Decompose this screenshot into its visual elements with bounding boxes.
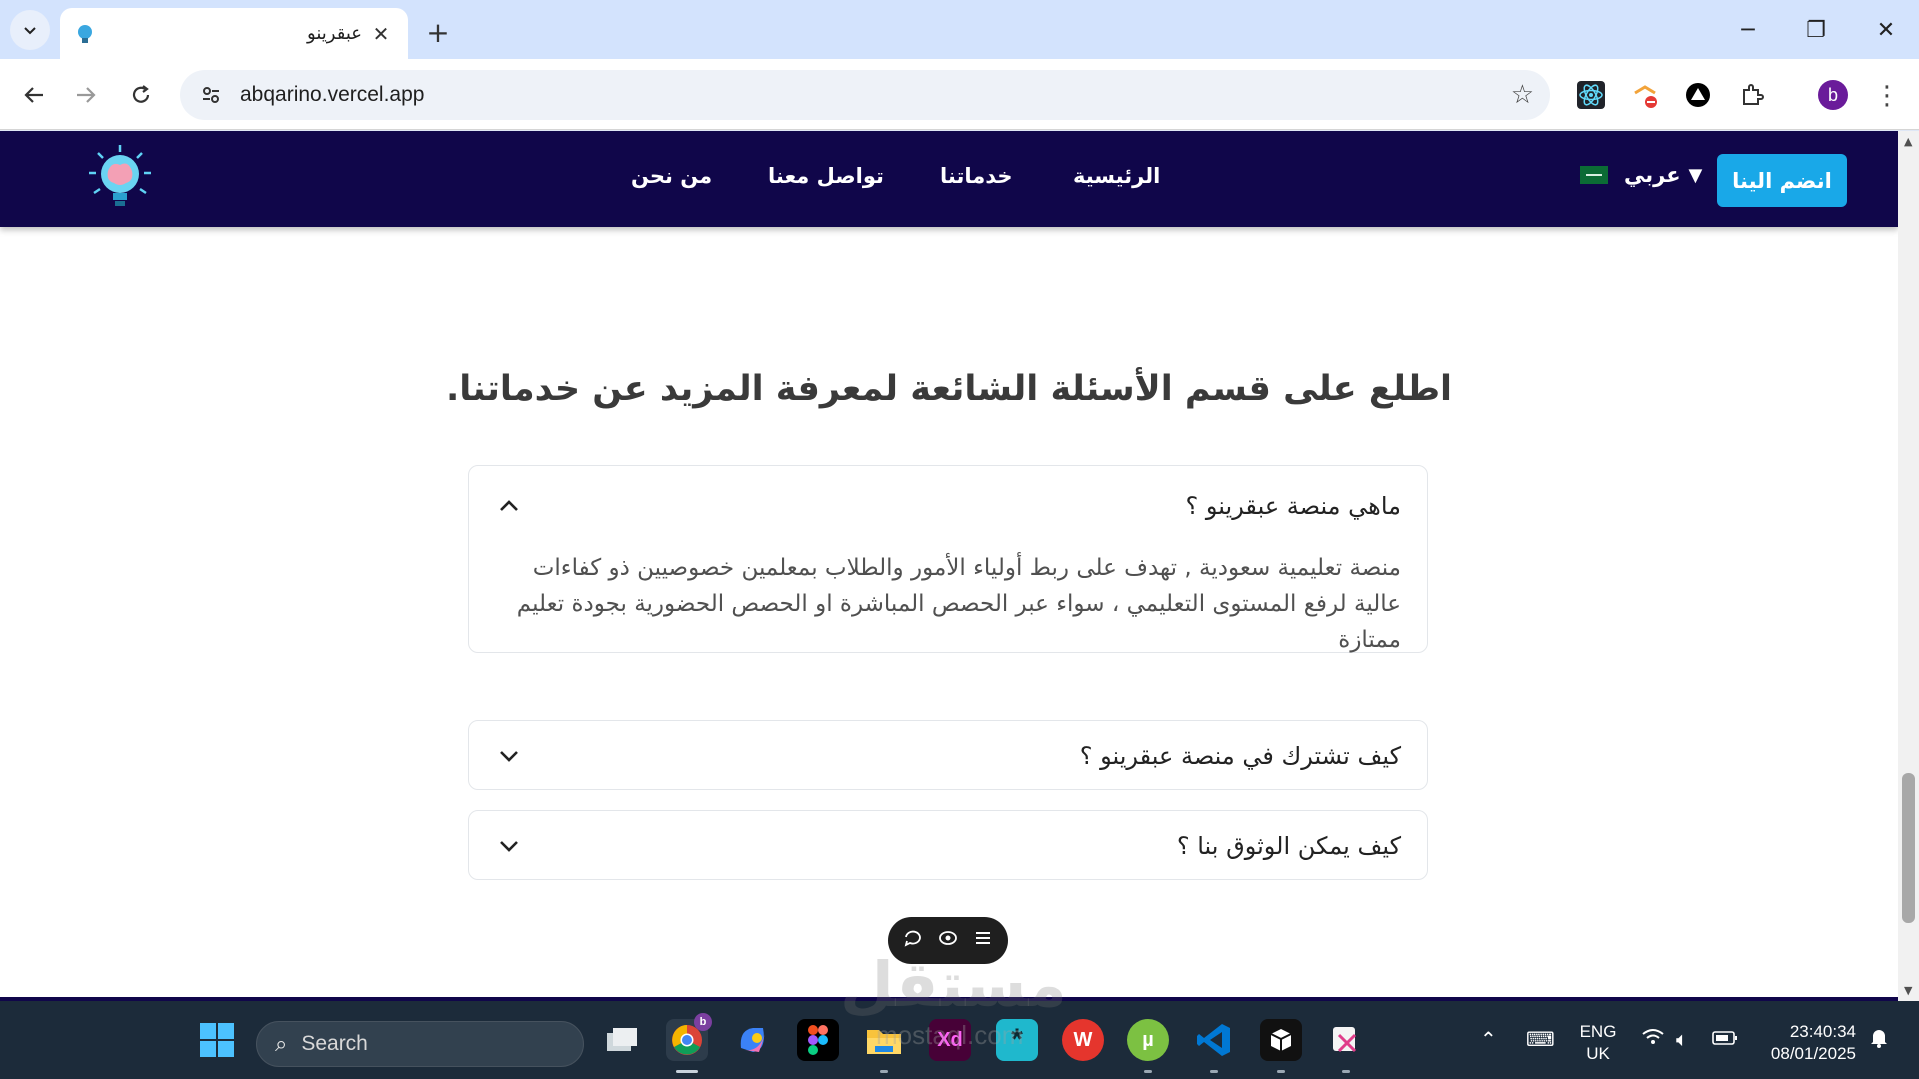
scroll-down-icon[interactable]: ▼	[1904, 984, 1912, 997]
running-app-indicator	[1277, 1070, 1285, 1073]
faq-item-expanded[interactable]: ماهي منصة عبقرينو ؟ منصة تعليمية سعودية …	[468, 465, 1428, 653]
blocked-extension[interactable]	[1627, 77, 1663, 113]
faq-question[interactable]: كيف يمكن الوثوق بنا ؟	[1177, 832, 1401, 860]
task-view-icon[interactable]	[601, 1019, 643, 1061]
wifi-icon[interactable]	[1642, 1027, 1664, 1051]
figma-icon[interactable]	[797, 1019, 839, 1061]
back-button[interactable]	[14, 75, 54, 115]
scroll-up-icon[interactable]: ▲	[1904, 135, 1912, 148]
running-app-indicator	[880, 1070, 888, 1073]
scrollbar-thumb[interactable]	[1902, 773, 1915, 923]
faq-item-collapsed[interactable]: كيف يمكن الوثوق بنا ؟	[468, 810, 1428, 880]
clock-date: 08/01/2025	[1770, 1044, 1856, 1063]
forward-button[interactable]	[66, 75, 106, 115]
copilot-icon[interactable]	[732, 1019, 774, 1061]
nav-link-services[interactable]: خدماتنا	[940, 164, 1013, 188]
new-tab-button[interactable]: +	[420, 14, 456, 50]
wps-office-icon[interactable]: W	[1062, 1019, 1104, 1061]
battery-icon[interactable]	[1712, 1027, 1738, 1051]
clock[interactable]: 23:40:34 08/01/2025	[1752, 1021, 1856, 1065]
tab-title: عبقرينو	[307, 23, 362, 44]
volume-icon[interactable]: 🔈︎	[1676, 1027, 1688, 1051]
lightbulb-brain-favicon-icon	[78, 24, 92, 43]
running-app-indicator	[1342, 1070, 1350, 1073]
browser-menu-icon[interactable]: ⋮	[1872, 79, 1902, 113]
arrow-right-icon	[77, 87, 96, 103]
chevron-down-icon[interactable]	[493, 740, 525, 772]
faq-item-collapsed[interactable]: كيف تشترك في منصة عبقرينو ؟	[468, 720, 1428, 790]
input-language-indicator[interactable]: ENG UK	[1576, 1021, 1620, 1065]
show-hidden-icons-chevron-up-icon[interactable]: ⌃	[1480, 1027, 1497, 1051]
abqarino-logo-icon[interactable]	[86, 143, 154, 213]
chevron-up-icon[interactable]	[493, 490, 525, 522]
chrome-profile-badge: b	[694, 1013, 712, 1031]
clock-time: 23:40:34	[1789, 1022, 1856, 1041]
language-selector[interactable]: عربي ▼	[1580, 163, 1702, 187]
browser-tabstrip: عبقرينو ✕ + ─ ❐ ✕	[0, 0, 1919, 59]
browser-toolbar: ☆ b ⋮	[0, 59, 1919, 130]
watermark-latin: mostaql.com	[876, 1020, 1024, 1050]
utorrent-icon[interactable]: µ	[1127, 1019, 1169, 1061]
page-scrollbar[interactable]: ▲ ▼	[1898, 131, 1919, 1001]
tune-icon	[203, 87, 219, 103]
reload-button[interactable]	[121, 75, 161, 115]
vercel-icon	[1686, 83, 1710, 107]
nav-link-contact[interactable]: تواصل معنا	[768, 164, 884, 188]
saudi-flag-icon	[1580, 166, 1608, 184]
tab-close-icon[interactable]: ✕	[368, 21, 394, 47]
running-app-indicator	[1210, 1070, 1218, 1073]
keyboard-icon[interactable]: ⌨	[1526, 1027, 1555, 1051]
profile-avatar[interactable]: b	[1818, 80, 1848, 110]
restore-button[interactable]: ❐	[1786, 10, 1846, 50]
bookmark-star-icon[interactable]: ☆	[1511, 80, 1534, 110]
url-input[interactable]	[240, 83, 1511, 107]
input-language-line1: ENG	[1579, 1022, 1617, 1041]
minimize-button[interactable]: ─	[1718, 10, 1778, 50]
react-icon	[1577, 81, 1605, 109]
close-window-button[interactable]: ✕	[1856, 10, 1916, 50]
nav-link-home[interactable]: الرئيسية	[1073, 164, 1160, 188]
arrow-left-icon	[24, 87, 43, 103]
running-app-indicator	[1144, 1070, 1152, 1073]
search-icon: ⌕	[275, 1031, 288, 1057]
page-viewport: الرئيسية خدماتنا تواصل معنا من نحن عربي …	[0, 131, 1898, 1001]
tab-search-button[interactable]	[10, 10, 50, 50]
vercel-extension[interactable]	[1680, 77, 1716, 113]
puzzle-icon	[1743, 84, 1764, 105]
cube-app-icon[interactable]	[1260, 1019, 1302, 1061]
dropdown-arrow-icon: ▼	[1688, 164, 1703, 186]
extensions-button[interactable]	[1734, 77, 1770, 113]
snipping-tool-icon[interactable]	[1325, 1019, 1367, 1061]
start-icon[interactable]	[196, 1019, 238, 1061]
faq-heading: اطلع على قسم الأسئلة الشائعة لمعرفة المز…	[445, 369, 1453, 409]
chrome-icon[interactable]: b	[666, 1013, 712, 1061]
reload-icon	[132, 85, 150, 103]
chevron-down-icon	[24, 27, 36, 35]
join-us-button[interactable]: انضم الينا	[1717, 154, 1847, 207]
address-bar[interactable]: ☆	[180, 70, 1550, 120]
language-label: عربي	[1624, 163, 1681, 187]
chevron-down-icon[interactable]	[493, 830, 525, 862]
notifications-bell-icon[interactable]	[1868, 1027, 1890, 1054]
site-info-icon[interactable]	[196, 80, 226, 110]
nav-link-about[interactable]: من نحن	[631, 164, 712, 188]
input-language-line2: UK	[1586, 1044, 1610, 1063]
browser-tab-active[interactable]: عبقرينو ✕	[60, 8, 408, 59]
watermark-arabic: مستقل	[840, 948, 1067, 1021]
taskbar-search[interactable]: ⌕ Search	[256, 1021, 584, 1067]
faq-answer: منصة تعليمية سعودية , تهدف على ربط أوليا…	[516, 555, 1401, 653]
extension-blocked-icon	[1634, 85, 1657, 108]
vscode-icon[interactable]	[1193, 1019, 1235, 1061]
active-app-indicator	[676, 1070, 698, 1073]
site-navbar: الرئيسية خدماتنا تواصل معنا من نحن عربي …	[0, 131, 1898, 227]
faq-question[interactable]: ماهي منصة عبقرينو ؟	[1186, 492, 1402, 520]
faq-question[interactable]: كيف تشترك في منصة عبقرينو ؟	[1080, 742, 1401, 770]
taskbar-search-placeholder: Search	[301, 1032, 368, 1055]
react-devtools-extension[interactable]	[1573, 77, 1609, 113]
